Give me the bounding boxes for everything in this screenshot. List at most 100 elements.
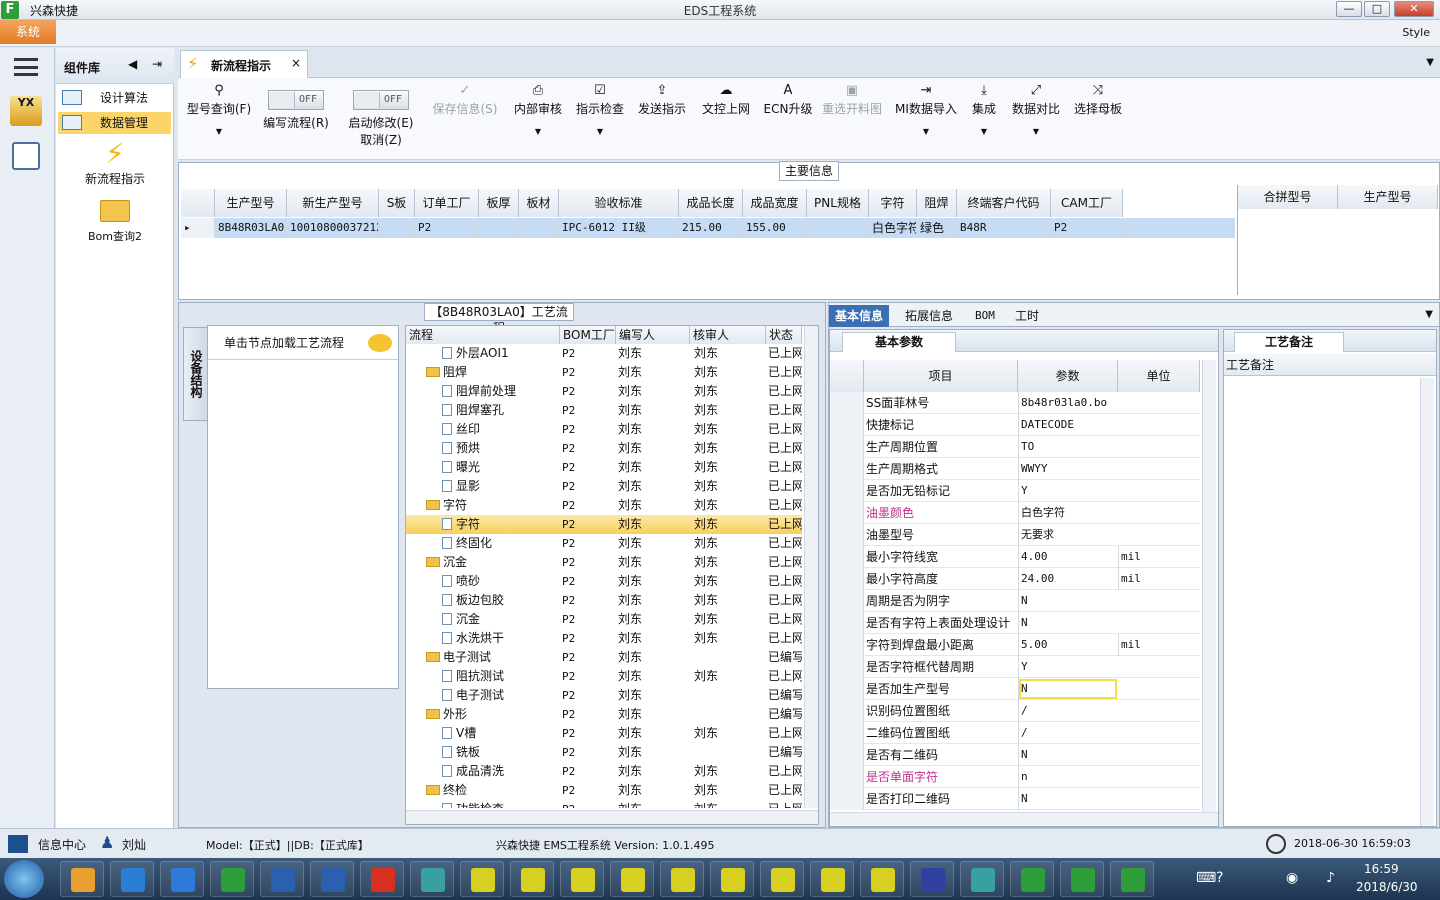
taskbar-app-button[interactable] bbox=[160, 861, 204, 897]
tab-work-hours[interactable]: 工时 bbox=[1009, 305, 1045, 327]
volume-tray-icon[interactable]: ♪ bbox=[1326, 870, 1335, 886]
tree-row[interactable]: 沉金 P2 刘东 刘东 已上网 bbox=[406, 553, 802, 572]
param-value[interactable]: N bbox=[1018, 612, 1118, 634]
column-header[interactable]: 工艺备注 bbox=[1224, 354, 1436, 376]
param-value[interactable]: Y bbox=[1018, 480, 1118, 502]
column-header[interactable]: S板 bbox=[379, 189, 415, 217]
tree-row[interactable]: 外层AOI1 P2 刘东 刘东 已上网 bbox=[406, 344, 802, 363]
mi-import-button[interactable]: ⇥ MI数据导入 ▼ bbox=[892, 82, 960, 136]
taskbar-app-button[interactable] bbox=[360, 861, 404, 897]
param-value[interactable]: 白色字符 bbox=[1018, 502, 1118, 524]
grid-cell[interactable]: 白色字符 bbox=[869, 218, 917, 238]
tab-basic-info[interactable]: 基本信息 bbox=[829, 305, 890, 327]
param-value[interactable]: 8b48r03la0.bo bbox=[1018, 392, 1118, 414]
taskbar-app-button[interactable] bbox=[710, 861, 754, 897]
grid-cell[interactable] bbox=[519, 218, 559, 238]
column-header[interactable]: 状态 bbox=[766, 326, 802, 344]
column-header[interactable]: 字符 bbox=[869, 189, 917, 217]
tree-node-name[interactable]: 丝印 bbox=[442, 420, 560, 439]
calculator-module-icon[interactable] bbox=[12, 142, 40, 170]
param-row[interactable]: 字符到焊盘最小距离 5.00 mil bbox=[830, 634, 1200, 656]
ecn-upgrade-button[interactable]: A ECN升级 bbox=[760, 82, 816, 117]
taskbar-app-button[interactable] bbox=[310, 861, 354, 897]
reselect-cutting-button[interactable]: ▣ 重选开料图 bbox=[820, 82, 884, 117]
param-row[interactable]: 是否加无铅标记 Y bbox=[830, 480, 1200, 502]
hamburger-menu-icon[interactable] bbox=[14, 58, 38, 76]
tab-equipment-structure[interactable]: 设备结构 bbox=[183, 327, 207, 421]
tree-row[interactable]: 外形 P2 刘东 已编写 bbox=[406, 705, 802, 724]
tab-basic-params[interactable]: 基本参数 bbox=[842, 332, 956, 352]
save-info-button[interactable]: ✓ 保存信息(S) bbox=[430, 82, 500, 117]
tree-node-name[interactable]: 曝光 bbox=[442, 458, 560, 477]
column-header[interactable]: 成品宽度 bbox=[743, 189, 807, 217]
tree-node-name[interactable]: 预烘 bbox=[442, 439, 560, 458]
param-row[interactable]: 生产周期格式 WWYY bbox=[830, 458, 1200, 480]
param-value[interactable]: N bbox=[1018, 678, 1118, 700]
tree-node-name[interactable]: 沉金 bbox=[442, 610, 560, 629]
model-query-button[interactable]: ⚲ 型号查询(F) ▼ bbox=[184, 82, 254, 136]
tree-node-name[interactable]: 阻焊前处理 bbox=[442, 382, 560, 401]
param-row[interactable]: 是否打印二维码 N bbox=[830, 788, 1200, 810]
tree-row[interactable]: 阻焊 P2 刘东 刘东 已上网 bbox=[406, 363, 802, 382]
sidebar-item-data-management[interactable]: 数据管理 bbox=[58, 112, 171, 134]
grid-cell[interactable]: P2 bbox=[1051, 218, 1123, 238]
tree-node-name[interactable]: 电子测试 bbox=[442, 686, 560, 705]
param-row[interactable]: 是否有字符上表面处理设计 N bbox=[830, 612, 1200, 634]
param-value[interactable]: / bbox=[1018, 700, 1118, 722]
info-center-link[interactable]: 信息中心 bbox=[38, 836, 86, 853]
tree-row[interactable]: 字符 P2 刘东 刘东 已上网 bbox=[406, 496, 802, 515]
grid-cell[interactable]: 155.00 bbox=[743, 218, 807, 238]
process-hint[interactable]: 单击节点加载工艺流程 bbox=[208, 326, 398, 360]
taskbar-app-button[interactable] bbox=[510, 861, 554, 897]
column-header[interactable]: BOM工厂 bbox=[560, 326, 616, 344]
vertical-scrollbar[interactable] bbox=[1202, 360, 1216, 812]
off-switch[interactable]: OFF bbox=[268, 90, 324, 110]
tree-node-name[interactable]: 电子测试 bbox=[426, 648, 560, 667]
taskbar-app-button[interactable] bbox=[960, 861, 1004, 897]
tree-row[interactable]: V槽 P2 刘东 刘东 已上网 bbox=[406, 724, 802, 743]
param-row[interactable]: 油墨型号 无要求 bbox=[830, 524, 1200, 546]
tree-row[interactable]: 曝光 P2 刘东 刘东 已上网 bbox=[406, 458, 802, 477]
sidebar-item-design-algorithm[interactable]: 设计算法 bbox=[58, 87, 171, 109]
column-header[interactable]: 验收标准 bbox=[559, 189, 679, 217]
vertical-scrollbar[interactable] bbox=[1420, 378, 1434, 826]
tree-row[interactable]: 阻焊前处理 P2 刘东 刘东 已上网 bbox=[406, 382, 802, 401]
taskbar-app-button[interactable] bbox=[760, 861, 804, 897]
tree-row[interactable]: 电子测试 P2 刘东 已编写 bbox=[406, 648, 802, 667]
tree-row[interactable]: 板边包胶 P2 刘东 刘东 已上网 bbox=[406, 591, 802, 610]
tab-bom[interactable]: BOM bbox=[969, 305, 1001, 327]
param-row[interactable]: 是否单面字符 n bbox=[830, 766, 1200, 788]
grid-cell[interactable]: 8B48R03LA0 bbox=[215, 218, 287, 238]
column-header[interactable]: 板厚 bbox=[479, 189, 519, 217]
start-modify-toggle[interactable]: OFF 启动修改(E) 取消(Z) bbox=[344, 82, 418, 148]
taskbar-app-button[interactable] bbox=[260, 861, 304, 897]
tree-node-name[interactable]: 外层AOI1 bbox=[442, 344, 560, 363]
column-header[interactable]: 流程 bbox=[406, 326, 560, 344]
keyboard-tray-icon[interactable]: ⌨ bbox=[1196, 870, 1216, 886]
tree-node-name[interactable]: 阻抗测试 bbox=[442, 667, 560, 686]
column-header[interactable]: 阻焊 bbox=[917, 189, 957, 217]
column-header[interactable]: 编写人 bbox=[616, 326, 690, 344]
tree-node-name[interactable]: 沉金 bbox=[426, 553, 560, 572]
taskbar-app-button[interactable] bbox=[60, 861, 104, 897]
taskbar-app-button[interactable] bbox=[810, 861, 854, 897]
column-header[interactable]: 成品长度 bbox=[679, 189, 743, 217]
column-header[interactable]: 合拼型号 bbox=[1238, 185, 1338, 209]
taskbar-app-button[interactable] bbox=[410, 861, 454, 897]
param-row[interactable]: 油墨颜色 白色字符 bbox=[830, 502, 1200, 524]
param-row[interactable]: 最小字符线宽 4.00 mil bbox=[830, 546, 1200, 568]
param-row[interactable]: 是否有二维码 N bbox=[830, 744, 1200, 766]
tree-node-name[interactable]: 阻焊塞孔 bbox=[442, 401, 560, 420]
tab-close-icon[interactable]: × bbox=[291, 56, 301, 70]
send-instruction-button[interactable]: ⇪ 发送指示 bbox=[634, 82, 690, 117]
param-row[interactable]: 生产周期位置 TO bbox=[830, 436, 1200, 458]
internal-review-button[interactable]: ⎙ 内部审核 ▼ bbox=[510, 82, 566, 136]
taskbar-app-button[interactable] bbox=[660, 861, 704, 897]
param-value[interactable]: 5.00 bbox=[1018, 634, 1118, 656]
tab-new-flow[interactable]: ⚡ 新流程指示 × bbox=[180, 50, 308, 78]
column-header[interactable]: 参数 bbox=[1018, 360, 1118, 392]
tree-node-name[interactable]: 成品清洗 bbox=[442, 762, 560, 781]
taskbar-app-button[interactable] bbox=[560, 861, 604, 897]
tree-node-name[interactable]: 功能检查 bbox=[442, 800, 560, 808]
taskbar-app-button[interactable] bbox=[610, 861, 654, 897]
